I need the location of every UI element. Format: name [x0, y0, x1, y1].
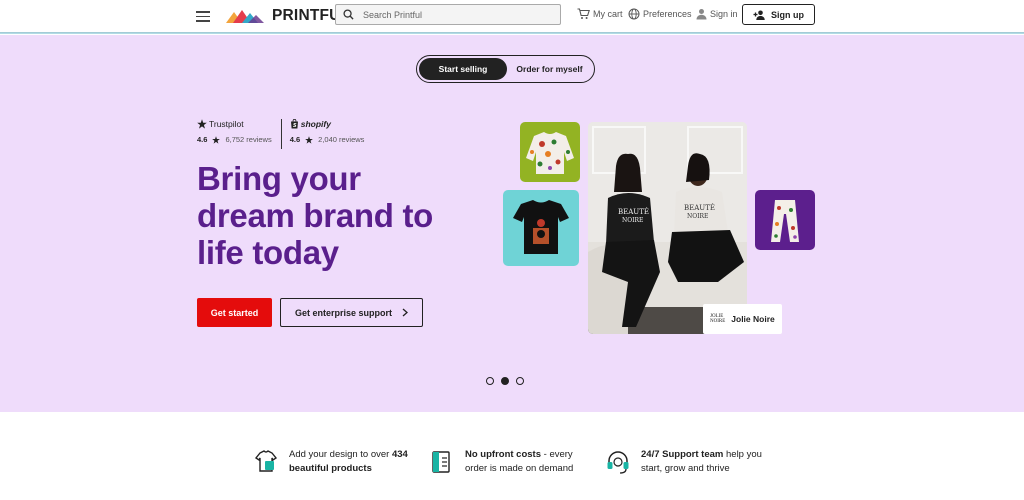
shopify-reviews: 2,040 reviews [318, 135, 365, 144]
features-strip: Add your design to over 434 beautiful pr… [0, 412, 1024, 500]
headset-icon [607, 451, 629, 474]
signup-label: Sign up [771, 9, 804, 20]
feature-bold: 24/7 Support team [641, 449, 724, 460]
feature-no-upfront: No upfront costs - every order is made o… [429, 448, 573, 476]
hero-section: Start selling Order for myself Trustpilo… [0, 35, 1024, 412]
trustpilot-reviews: 6,752 reviews [225, 135, 272, 144]
shopify-label: shopify [300, 119, 331, 129]
user-icon [696, 9, 707, 20]
get-started-button[interactable]: Get started [197, 298, 272, 327]
audience-toggle[interactable]: Start selling Order for myself [416, 55, 595, 83]
feature-text: - every [541, 449, 573, 460]
cart-icon [577, 8, 590, 19]
tshirt-product-image [503, 190, 579, 266]
enterprise-support-label: Get enterprise support [294, 307, 393, 318]
shopify-rating[interactable]: S shopify 4.6 2,040 reviews [289, 119, 365, 149]
search-input[interactable] [363, 9, 543, 20]
carousel-dot-active[interactable] [501, 377, 509, 385]
trustpilot-rating[interactable]: Trustpilot 4.6 6,752 reviews [197, 119, 272, 149]
feature-bold: beautiful products [289, 463, 372, 474]
feature-text: help you [723, 449, 762, 460]
shopify-brand: S shopify [290, 119, 365, 129]
shirt-text: NOIRE [687, 213, 708, 220]
chevron-right-icon [402, 308, 409, 317]
carousel-dot[interactable] [516, 377, 524, 385]
logo-mark-icon [226, 9, 264, 23]
header-accent-line [0, 32, 1024, 34]
feature-text: order is made on demand [465, 463, 574, 474]
shopify-bag-icon: S [290, 119, 298, 129]
headline-line: Bring your [197, 160, 361, 197]
carousel-dot[interactable] [486, 377, 494, 385]
shirt-text: NOIRE [622, 217, 643, 224]
feature-text: Add your design to over [289, 449, 392, 460]
trustpilot-label: Trustpilot [209, 119, 244, 129]
toggle-start-selling[interactable]: Start selling [419, 58, 507, 80]
brand-name-tag: JOLIE NOIRE Jolie Noire [703, 304, 782, 334]
globe-icon [628, 8, 640, 20]
brand-name: Jolie Noire [731, 314, 775, 324]
trustpilot-brand: Trustpilot [197, 119, 272, 129]
models-photo: BEAUTÉ NOIRE BEAUTÉ NOIRE [588, 122, 747, 334]
star-icon [305, 135, 313, 144]
feature-bold: No upfront costs [465, 449, 541, 460]
ratings-block: Trustpilot 4.6 6,752 reviews S shopify 4… [197, 119, 364, 149]
feature-products: Add your design to over 434 beautiful pr… [253, 448, 408, 476]
cart-link[interactable]: My cart [577, 8, 623, 20]
hero-headline: Bring your dream brand to life today [197, 160, 467, 271]
headline-line: life today [197, 234, 339, 271]
trustpilot-star-icon [197, 119, 207, 129]
enterprise-support-button[interactable]: Get enterprise support [280, 298, 423, 327]
brand-logo-mark: JOLIE NOIRE [710, 314, 726, 324]
printful-logo[interactable]: PRINTFUL [226, 5, 350, 27]
shopify-score: 4.6 [289, 135, 301, 144]
preferences-label: Preferences [643, 9, 692, 19]
feature-text: start, grow and thrive [641, 463, 730, 474]
trustpilot-score: 4.6 [197, 135, 208, 144]
signup-button[interactable]: Sign up [742, 4, 815, 25]
signin-label: Sign in [710, 9, 738, 19]
tshirt-icon [254, 450, 278, 472]
menu-icon[interactable] [196, 8, 210, 24]
site-header: PRINTFUL My cart Preferences Sign in [0, 0, 1024, 34]
feature-bold: 434 [391, 449, 408, 460]
add-user-icon [753, 10, 765, 20]
signin-link[interactable]: Sign in [696, 8, 738, 20]
receipt-icon [432, 451, 450, 473]
shirt-text: BEAUTÉ [684, 203, 715, 212]
ratings-divider [280, 119, 282, 149]
svg-text:S: S [293, 123, 297, 129]
star-icon [212, 135, 221, 144]
search-icon [343, 9, 354, 20]
sweatshirt-product-image [520, 122, 580, 182]
cart-label: My cart [593, 9, 623, 19]
feature-support: 24/7 Support team help you start, grow a… [605, 448, 762, 476]
shirt-text: BEAUTÉ [618, 207, 649, 216]
preferences-link[interactable]: Preferences [628, 8, 692, 20]
leggings-product-image [755, 190, 815, 250]
search-box[interactable] [335, 4, 561, 25]
carousel-dots [486, 377, 524, 385]
headline-line: dream brand to [197, 197, 434, 234]
toggle-order-for-myself[interactable]: Order for myself [507, 58, 592, 80]
